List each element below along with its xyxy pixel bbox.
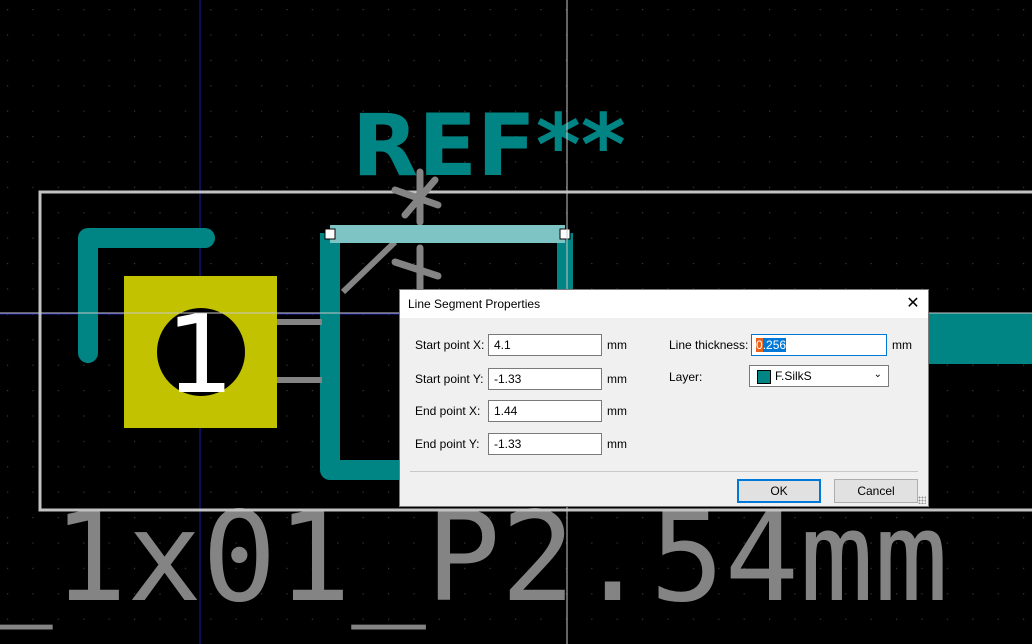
line-thickness-label: Line thickness: xyxy=(669,338,749,352)
line-thickness-input[interactable]: 0.256 xyxy=(751,334,887,356)
ok-button[interactable]: OK xyxy=(737,479,821,503)
line-thickness-value-selected: .256 xyxy=(762,338,787,352)
segment-start-handle[interactable] xyxy=(324,228,336,240)
start-y-input[interactable]: -1.33 xyxy=(488,368,602,390)
end-x-input[interactable]: 1.44 xyxy=(488,400,602,422)
silk-right-bar xyxy=(925,313,1032,364)
end-y-label: End point Y: xyxy=(415,437,480,451)
end-x-unit: mm xyxy=(607,404,627,418)
start-y-unit: mm xyxy=(607,372,627,386)
start-x-label: Start point X: xyxy=(415,338,485,352)
end-x-label: End point X: xyxy=(415,404,481,418)
line-thickness-value-caret: 0 xyxy=(756,338,763,352)
line-segment-properties-dialog: Line Segment Properties ✕ Start point X:… xyxy=(399,289,929,507)
layer-select[interactable]: F.SilkS ⌄ xyxy=(749,365,889,387)
start-x-unit: mm xyxy=(607,338,627,352)
end-y-input[interactable]: -1.33 xyxy=(488,433,602,455)
value-text: _1x01_P2.54mm xyxy=(0,486,949,630)
layer-select-value: F.SilkS xyxy=(775,369,812,383)
start-x-input[interactable]: 4.1 xyxy=(488,334,602,356)
resize-grip-icon[interactable] xyxy=(918,496,926,504)
dialog-separator xyxy=(410,471,918,472)
cancel-button[interactable]: Cancel xyxy=(834,479,918,503)
pad-number: 1 xyxy=(166,293,235,418)
layer-label: Layer: xyxy=(669,370,703,384)
dialog-titlebar[interactable]: Line Segment Properties ✕ xyxy=(400,290,928,318)
close-icon[interactable]: ✕ xyxy=(898,290,928,318)
end-y-unit: mm xyxy=(607,437,627,451)
line-thickness-unit: mm xyxy=(892,338,912,352)
start-y-label: Start point Y: xyxy=(415,372,484,386)
segment-end-handle[interactable] xyxy=(559,228,571,240)
chevron-down-icon: ⌄ xyxy=(873,369,882,380)
dialog-title: Line Segment Properties xyxy=(408,297,541,311)
layer-color-swatch xyxy=(757,370,771,384)
ref-text: REF** xyxy=(352,96,626,196)
